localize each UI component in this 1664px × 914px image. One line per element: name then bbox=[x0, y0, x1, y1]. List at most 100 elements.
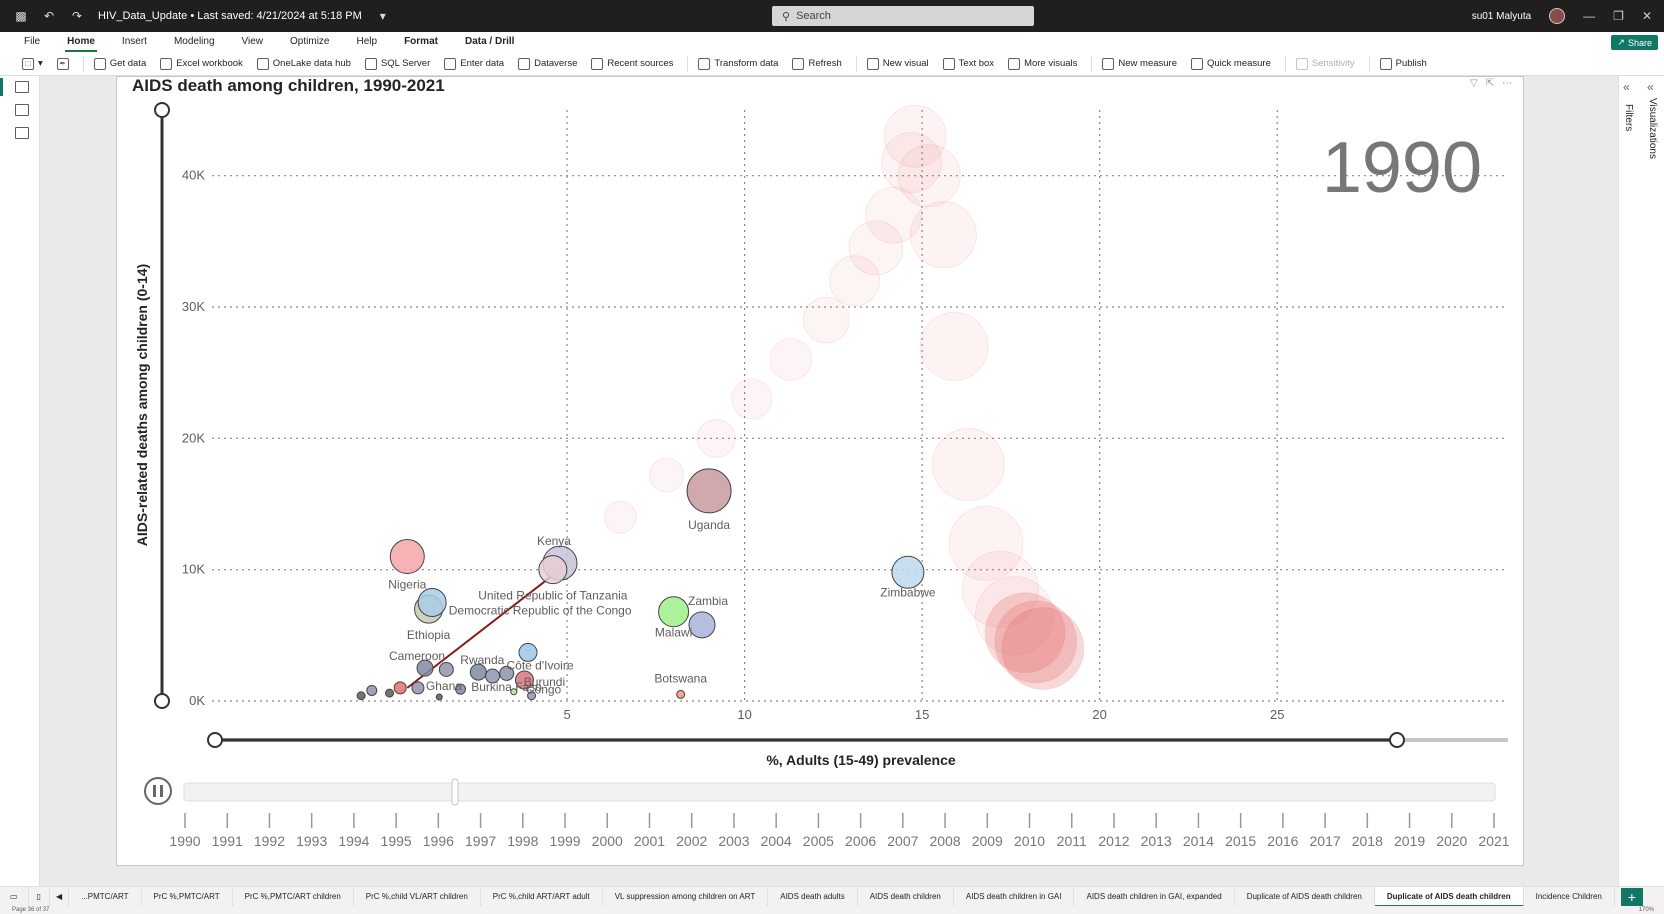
mobile-layout-icon[interactable]: ▯ bbox=[29, 887, 50, 906]
menu-modeling[interactable]: Modeling bbox=[174, 32, 215, 52]
report-canvas bbox=[40, 76, 1618, 886]
menu-home[interactable]: Home bbox=[65, 32, 97, 52]
page-tab[interactable]: AIDS death children bbox=[858, 887, 954, 906]
ribbon-sql-server-button[interactable]: SQL Server bbox=[364, 57, 430, 70]
ribbon-new-visual-button[interactable]: New visual bbox=[866, 57, 929, 70]
dataverse-icon bbox=[518, 57, 531, 70]
ribbon-button-label: New visual bbox=[882, 58, 929, 69]
powerbi-app: ▩ ↶ ↷ HIV_Data_Update • Last saved: 4/21… bbox=[0, 0, 1664, 914]
textbox-icon bbox=[942, 57, 955, 70]
model-view-icon[interactable] bbox=[15, 127, 29, 139]
ribbon-divider bbox=[687, 55, 689, 72]
undo-icon[interactable]: ↶ bbox=[42, 9, 56, 23]
menu-insert[interactable]: Insert bbox=[122, 32, 147, 52]
excel-icon bbox=[160, 57, 173, 70]
ribbon-more-visuals-button[interactable]: More visuals bbox=[1008, 57, 1077, 70]
page-tab[interactable]: Duplicate of AIDS death children bbox=[1374, 887, 1524, 906]
page-tab[interactable]: Duplicate of AIDS death children bbox=[1235, 887, 1375, 906]
user-area: su01 Malyuta — ❐ ✕ bbox=[1472, 0, 1652, 32]
page-tab[interactable]: PrC %,child VL/ART children bbox=[354, 887, 481, 906]
save-icon[interactable]: ▩ bbox=[14, 9, 28, 23]
menu-format[interactable]: Format bbox=[404, 32, 438, 52]
ribbon-divider bbox=[855, 55, 857, 72]
ribbon-button-label: Sensitivity bbox=[1311, 58, 1355, 69]
ribbon-button-label: Refresh bbox=[808, 58, 842, 69]
ribbon-excel-workbook-button[interactable]: Excel workbook bbox=[160, 57, 243, 70]
menu-optimize[interactable]: Optimize bbox=[290, 32, 329, 52]
ribbon-get-data-button[interactable]: Get data bbox=[93, 57, 146, 70]
ribbon-sensitivity-button: Sensitivity bbox=[1295, 57, 1355, 70]
ribbon-divider bbox=[82, 55, 84, 72]
sql-icon bbox=[364, 57, 377, 70]
minimize-icon[interactable]: — bbox=[1583, 9, 1595, 23]
ribbon-toolbar: □ ▾ ✒ Get data Excel workbook OneLake data … bbox=[0, 52, 1664, 76]
page-tab[interactable]: AIDS death children in GAI, expanded bbox=[1074, 887, 1235, 906]
chevron-down-icon[interactable]: ▾ bbox=[376, 9, 390, 23]
ribbon-recent-sources-button[interactable]: Recent sources bbox=[591, 57, 674, 70]
more-options-icon[interactable]: ⋯ bbox=[1502, 78, 1512, 89]
ribbon-button-label: Publish bbox=[1395, 58, 1427, 69]
calc-icon bbox=[1102, 57, 1115, 70]
paste-button[interactable]: □ ▾ bbox=[22, 57, 43, 70]
ribbon-new-measure-button[interactable]: New measure bbox=[1102, 57, 1177, 70]
scatter-visual[interactable] bbox=[116, 76, 1524, 866]
focus-mode-icon[interactable]: ⇱ bbox=[1486, 78, 1494, 89]
restore-icon[interactable]: ❐ bbox=[1613, 9, 1624, 23]
table-view-icon[interactable] bbox=[15, 104, 29, 116]
close-icon[interactable]: ✕ bbox=[1642, 9, 1652, 23]
view-switcher-rail bbox=[0, 76, 40, 886]
ribbon-button-label: OneLake data hub bbox=[272, 58, 351, 69]
menu-help[interactable]: Help bbox=[356, 32, 377, 52]
quick-access-toolbar: ▩ ↶ ↷ HIV_Data_Update • Last saved: 4/21… bbox=[0, 9, 390, 23]
page-tab[interactable]: VL suppression among children on ART bbox=[603, 887, 769, 906]
report-view-icon[interactable] bbox=[15, 81, 29, 93]
shield-icon bbox=[1295, 57, 1308, 70]
transform-icon bbox=[698, 57, 711, 70]
onelake-icon bbox=[256, 57, 269, 70]
paste-icon: □ bbox=[22, 57, 34, 70]
add-page-button[interactable]: + bbox=[1620, 887, 1643, 906]
collapse-visualizations-icon[interactable]: « bbox=[1647, 80, 1654, 94]
menu-data-drill[interactable]: Data / Drill bbox=[465, 32, 514, 52]
ribbon-text-box-button[interactable]: Text box bbox=[942, 57, 994, 70]
filters-pane-label[interactable]: Filters bbox=[1623, 104, 1634, 131]
ribbon-divider bbox=[1091, 55, 1093, 72]
ribbon-quick-measure-button[interactable]: Quick measure bbox=[1191, 57, 1271, 70]
table-icon bbox=[444, 57, 457, 70]
page-tab[interactable]: Incidence Children bbox=[1524, 887, 1615, 906]
ribbon-transform-data-button[interactable]: Transform data bbox=[698, 57, 779, 70]
ribbon-button-label: Recent sources bbox=[607, 58, 674, 69]
page-tab[interactable]: AIDS death children in GAI bbox=[954, 887, 1075, 906]
user-name[interactable]: su01 Malyuta bbox=[1472, 11, 1531, 22]
ribbon-button-label: Excel workbook bbox=[176, 58, 243, 69]
ribbon-dataverse-button[interactable]: Dataverse bbox=[518, 57, 577, 70]
page-tab[interactable]: ...PMTC/ART bbox=[69, 887, 142, 906]
ribbon-onelake-data-hub-button[interactable]: OneLake data hub bbox=[256, 57, 351, 70]
search-input[interactable]: ⚲ Search bbox=[772, 6, 1034, 26]
ribbon-button-label: Transform data bbox=[714, 58, 779, 69]
menu-view[interactable]: View bbox=[242, 32, 264, 52]
collapse-filters-icon[interactable]: « bbox=[1623, 80, 1630, 94]
ribbon-enter-data-button[interactable]: Enter data bbox=[444, 57, 504, 70]
share-button[interactable]: ↗ Share bbox=[1611, 35, 1658, 50]
page-indicator: Page 36 of 37 bbox=[12, 907, 50, 913]
zoom-level[interactable]: 170% bbox=[1639, 906, 1654, 914]
page-tab[interactable]: AIDS death adults bbox=[768, 887, 858, 906]
menu-file[interactable]: File bbox=[24, 32, 40, 52]
page-tab[interactable]: PrC %,PMTC/ART children bbox=[233, 887, 354, 906]
desktop-layout-icon[interactable]: ▭ bbox=[0, 887, 29, 906]
search-icon: ⚲ bbox=[782, 10, 791, 23]
page-tab[interactable]: PrC %,PMTC/ART bbox=[142, 887, 233, 906]
page-tab[interactable]: PrC %,child ART/ART adult bbox=[481, 887, 603, 906]
ribbon-refresh-button[interactable]: Refresh bbox=[792, 57, 842, 70]
tab-scroll-left-icon[interactable]: ◀ bbox=[50, 887, 70, 906]
document-title[interactable]: HIV_Data_Update • Last saved: 4/21/2024 … bbox=[98, 10, 362, 22]
avatar[interactable] bbox=[1549, 8, 1566, 24]
format-painter-button[interactable]: ✒ bbox=[56, 57, 69, 70]
search-placeholder: Search bbox=[796, 10, 831, 22]
filter-icon[interactable]: ▽ bbox=[1470, 78, 1478, 89]
recent-icon bbox=[591, 57, 604, 70]
redo-icon[interactable]: ↷ bbox=[70, 9, 84, 23]
visualizations-pane-label[interactable]: Visualizations bbox=[1647, 98, 1658, 159]
ribbon-publish-button[interactable]: Publish bbox=[1379, 57, 1427, 70]
